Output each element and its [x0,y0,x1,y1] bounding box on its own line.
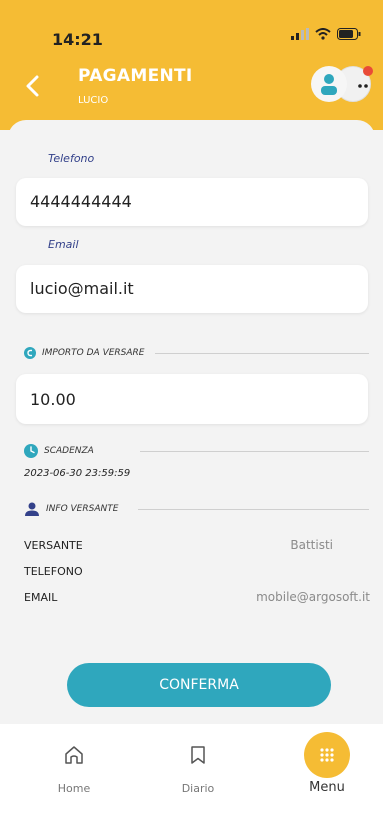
tab-home-label: Home [57,782,91,795]
payer-email-label: EMAIL [24,591,58,604]
tab-menu-label: Menu [309,780,345,795]
notification-dot [363,66,373,76]
payer-divider [138,509,369,510]
header-bar: 14:21 PAGAMENTI LUCIO [0,0,383,130]
payer-name-label: VERSANTE [24,539,83,552]
deadline-label: SCADENZA [44,446,94,456]
avatar-group[interactable] [311,66,373,102]
home-icon [65,746,83,764]
user-icon [321,74,337,95]
amount-value: 10.00 [30,390,76,409]
back-arrow-icon[interactable] [22,72,44,100]
grid-menu-icon [320,748,334,762]
deadline-section-header: SCADENZA [24,443,94,459]
tab-home[interactable]: Home [39,744,109,795]
status-time: 14:21 [52,30,103,49]
tab-menu[interactable] [304,732,350,778]
phone-field[interactable]: 4444444444 [16,178,368,226]
payer-label: INFO VERSANTE [46,504,119,514]
amount-section-label: IMPORTO DA VERSARE [42,348,145,358]
phone-label: Telefono [48,152,95,165]
bookmark-icon [191,746,205,764]
status-icons [291,28,361,40]
person-icon [25,502,39,516]
page-title: PAGAMENTI [78,66,193,86]
battery-icon [337,28,361,40]
payer-section-header: INFO VERSANTE [24,501,118,517]
bottom-tab-bar: Home Diario Menu [0,724,383,821]
clock-icon [24,444,38,458]
amount-section-header: IMPORTO DA VERSARE [24,345,144,361]
euro-icon [24,347,36,359]
signal-icon [291,28,309,40]
user-avatar[interactable] [311,66,347,102]
confirm-button[interactable]: CONFERMA [67,663,331,707]
amount-divider [155,353,369,354]
email-field[interactable]: lucio@mail.it [16,265,368,313]
wifi-icon [315,28,331,40]
payer-email-value: mobile@argosoft.it [256,590,370,604]
page-subtitle: LUCIO [78,95,109,106]
payer-phone-label: TELEFONO [24,565,83,578]
deadline-divider [140,451,369,452]
email-label: Email [48,238,79,251]
phone-value: 4444444444 [30,192,132,211]
tab-diary[interactable]: Diario [163,744,233,795]
payer-name-value: Battisti [290,538,333,552]
email-value: lucio@mail.it [30,279,134,298]
tab-diary-label: Diario [181,782,215,795]
amount-field[interactable]: 10.00 [16,374,368,424]
deadline-date: 2023-06-30 23:59:59 [24,468,131,479]
